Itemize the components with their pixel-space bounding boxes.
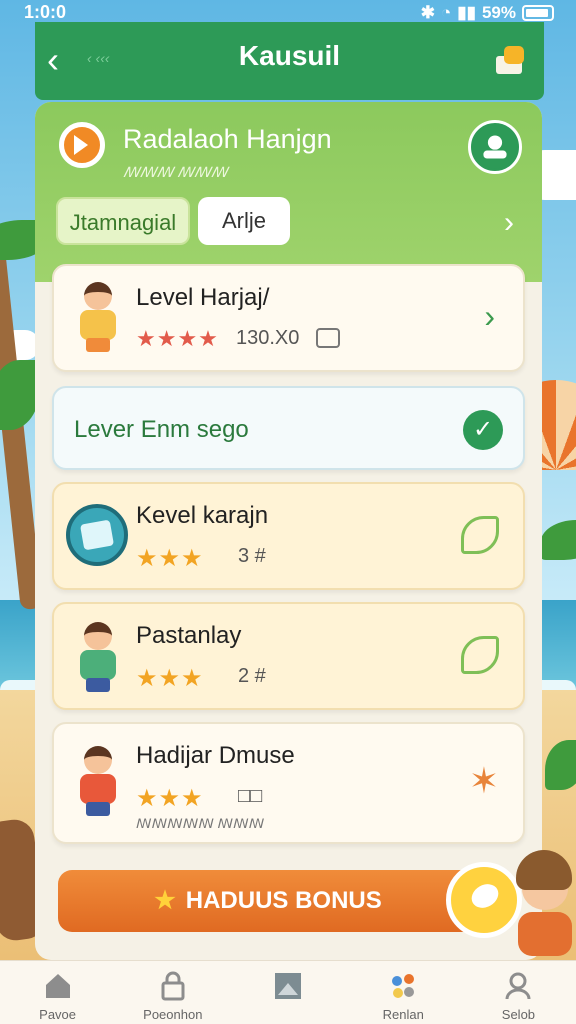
level-score: 3 #	[238, 545, 266, 567]
level-score: 2 #	[238, 665, 266, 687]
nav-item-renlan[interactable]: Renlan	[346, 961, 461, 1024]
app-header: ‹ ‹ ‹‹‹ Kausuil	[35, 22, 544, 100]
home-icon	[45, 974, 70, 998]
dots-icon	[392, 974, 415, 998]
level-card[interactable]: Pastanlay ★★★ 2 #	[52, 602, 525, 710]
level-score: 130.X0	[236, 327, 300, 349]
battery-icon	[522, 5, 554, 21]
nav-label: Renlan	[382, 1007, 424, 1022]
level-card[interactable]: Level Harjaj/ ★★★★ 130.X0 ›	[52, 264, 525, 372]
level-title: Lever Enm sego	[74, 416, 249, 443]
star-icon: ★	[154, 887, 176, 914]
picture-icon	[275, 973, 301, 999]
profile-subtitle: ꟿꟿꟿ ꟿꟿꟿ	[123, 164, 228, 180]
level-note: ꟿꟿꟿꟿꟿ ꟿꟿꟿ	[136, 816, 265, 831]
user-badge-icon[interactable]	[468, 120, 522, 174]
tab-arlje[interactable]: Arlje	[198, 197, 290, 245]
nav-item-selob[interactable]: Selob	[461, 961, 576, 1024]
profile-section: Radalaoh Hanjgn ꟿꟿꟿ ꟿꟿꟿ Jtamnagial Arlje…	[35, 102, 542, 282]
level-title: Level Harjaj/	[136, 284, 270, 311]
chevron-right-icon[interactable]: ›	[504, 206, 514, 240]
nav-label: Selob	[501, 1007, 536, 1022]
signal-icon: ▮▮	[457, 3, 476, 22]
level-tag-icon	[316, 328, 340, 348]
level-title: Hadijar Dmuse	[136, 742, 295, 769]
level-title: Pastanlay	[136, 622, 242, 649]
level-score: □□	[238, 785, 263, 807]
nav-item-pavoe[interactable]: Pavoe	[0, 961, 115, 1024]
nav-label: Poeonhon	[143, 1007, 203, 1022]
mascot-character	[512, 846, 576, 956]
kid-avatar	[68, 620, 126, 692]
profile-name: Radalaoh Hanjgn	[123, 124, 332, 154]
leaf-icon	[461, 516, 499, 554]
bottom-nav: Pavoe Poeonhon Renlan Selob	[0, 960, 576, 1024]
main-panel: Radalaoh Hanjgn ꟿꟿꟿ ꟿꟿꟿ Jtamnagial Arlje…	[35, 102, 542, 960]
kid-avatar	[68, 280, 126, 352]
gift-icon[interactable]	[492, 42, 528, 78]
level-card[interactable]: Kevel karajn ★★★ 3 #	[52, 482, 525, 590]
level-title: Kevel karajn	[136, 502, 269, 529]
tab-jtamnagial[interactable]: Jtamnagial	[56, 197, 190, 245]
profile-avatar[interactable]	[59, 122, 105, 168]
nav-item-picture[interactable]	[230, 961, 345, 1024]
bonus-button[interactable]: ★ HADUUS BONUS	[58, 870, 478, 932]
kid-avatar	[68, 744, 126, 816]
level-stars: ★★★★	[136, 326, 219, 351]
bonus-label: HADUUS BONUS	[185, 887, 382, 914]
level-stars: ★★★	[136, 665, 204, 692]
level-card[interactable]: Lever Enm sego ✓	[52, 386, 525, 470]
level-badge-icon	[66, 504, 128, 566]
wifi-icon: ◔	[440, 3, 452, 22]
bonus-coin-icon[interactable]	[446, 862, 522, 938]
page-title: Kausuil	[238, 40, 341, 71]
leaf-icon	[461, 636, 499, 674]
level-stars: ★★★	[136, 785, 204, 812]
chevron-right-icon[interactable]: ›	[484, 298, 495, 335]
person-icon	[505, 972, 531, 1000]
level-card[interactable]: Hadijar Dmuse ★★★ □□ ꟿꟿꟿꟿꟿ ꟿꟿꟿ ✶	[52, 722, 525, 844]
battery-percent: 59%	[481, 3, 516, 22]
check-icon: ✓	[463, 410, 503, 450]
level-stars: ★★★	[136, 545, 204, 572]
nav-label: Pavoe	[39, 1007, 77, 1022]
bluetooth-icon: ✱	[420, 3, 435, 22]
burst-icon: ✶	[468, 760, 499, 801]
status-time: 1:0:0	[24, 2, 67, 22]
nav-item-poeonhon[interactable]: Poeonhon	[115, 961, 230, 1024]
lock-icon	[161, 971, 185, 1001]
status-icons: ✱ ◔ ▮▮ 59%	[421, 3, 554, 23]
